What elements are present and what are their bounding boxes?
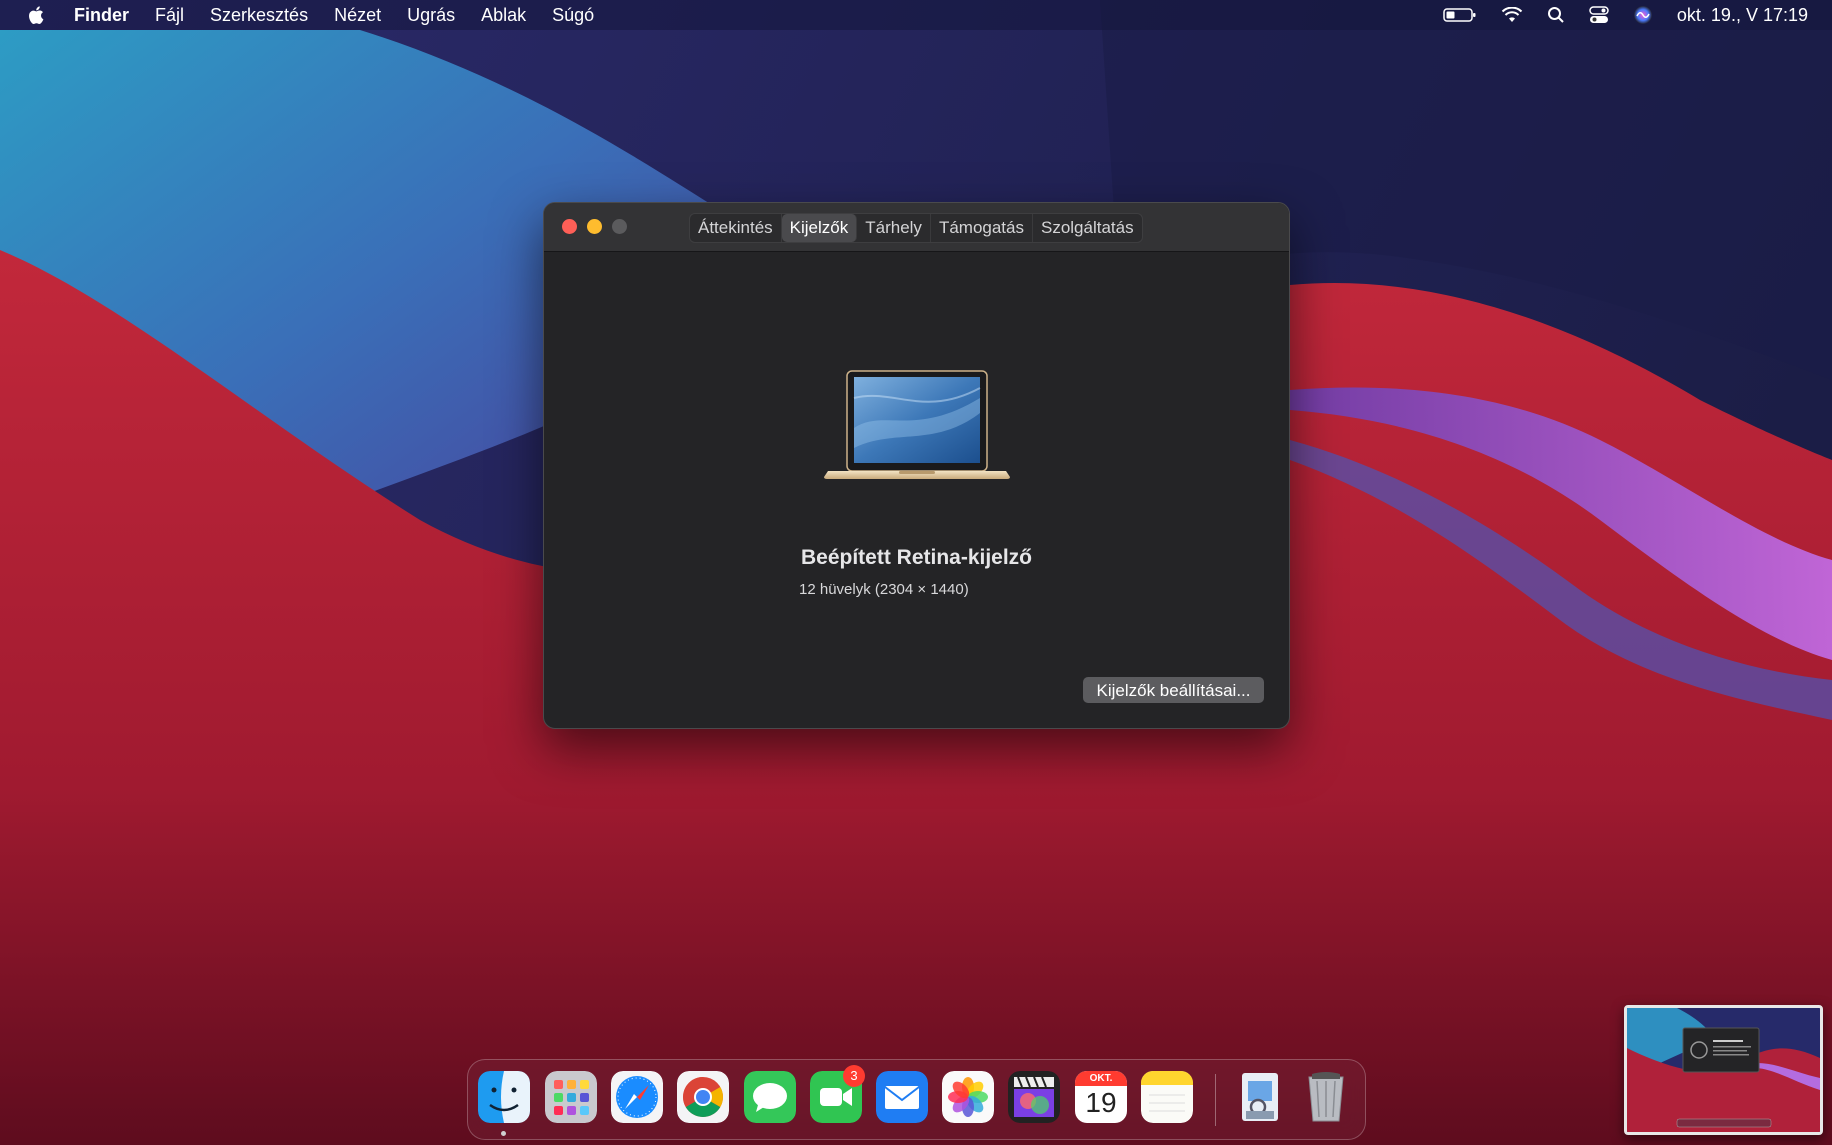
messages-app-icon[interactable] bbox=[744, 1071, 796, 1123]
wifi-icon[interactable] bbox=[1501, 7, 1523, 23]
thumbnail-preview-image bbox=[1627, 1008, 1820, 1132]
tab-service[interactable]: Szolgáltatás bbox=[1033, 214, 1142, 242]
final-cut-pro-app-icon[interactable] bbox=[1008, 1071, 1060, 1123]
tab-displays[interactable]: Kijelzők bbox=[781, 214, 858, 242]
menu-edit[interactable]: Szerkesztés bbox=[210, 5, 308, 26]
spotlight-search-icon[interactable] bbox=[1547, 6, 1565, 24]
menu-view[interactable]: Nézet bbox=[334, 5, 381, 26]
siri-icon[interactable] bbox=[1633, 5, 1653, 25]
apple-menu-icon[interactable] bbox=[26, 4, 48, 26]
tab-support[interactable]: Támogatás bbox=[931, 214, 1033, 242]
screenshot-thumbnail[interactable] bbox=[1624, 1005, 1823, 1135]
macbook-display-icon bbox=[824, 370, 1010, 479]
safari-app-icon[interactable] bbox=[611, 1071, 663, 1123]
display-spec: 12 hüvelyk (2304 × 1440) bbox=[799, 581, 969, 598]
menu-clock[interactable]: okt. 19., V 17:19 bbox=[1677, 5, 1808, 26]
notes-app-icon[interactable] bbox=[1141, 1071, 1193, 1123]
photos-app-icon[interactable] bbox=[942, 1071, 994, 1123]
tab-bar: Áttekintés Kijelzők Tárhely Támogatás Sz… bbox=[689, 213, 1143, 243]
menu-help[interactable]: Súgó bbox=[552, 5, 594, 26]
chrome-app-icon[interactable] bbox=[677, 1071, 729, 1123]
launchpad-app-icon[interactable] bbox=[545, 1071, 597, 1123]
finder-app-icon[interactable] bbox=[478, 1071, 530, 1123]
preview-app-icon[interactable] bbox=[1234, 1071, 1286, 1123]
control-center-icon[interactable] bbox=[1589, 6, 1609, 24]
battery-icon[interactable] bbox=[1443, 7, 1477, 23]
calendar-day: 19 bbox=[1085, 1087, 1117, 1118]
calendar-month: OKT. bbox=[1075, 1071, 1127, 1086]
menu-bar: Finder Fájl Szerkesztés Nézet Ugrás Abla… bbox=[0, 0, 1832, 30]
dock: OKT. 19 bbox=[467, 1059, 1366, 1140]
dock-separator bbox=[1215, 1074, 1216, 1126]
display-settings-button[interactable]: Kijelzők beállításai... bbox=[1083, 677, 1264, 703]
window-titlebar[interactable]: Áttekintés Kijelzők Tárhely Támogatás Sz… bbox=[544, 203, 1289, 252]
trash-icon[interactable] bbox=[1300, 1071, 1352, 1123]
zoom-button bbox=[612, 219, 627, 234]
tab-storage[interactable]: Tárhely bbox=[857, 214, 931, 242]
display-name: Beépített Retina-kijelző bbox=[800, 546, 1033, 569]
menu-app-name[interactable]: Finder bbox=[74, 5, 129, 26]
tab-overview[interactable]: Áttekintés bbox=[690, 214, 782, 242]
about-this-mac-window: Áttekintés Kijelzők Tárhely Támogatás Sz… bbox=[543, 202, 1290, 729]
finder-running-indicator bbox=[501, 1131, 506, 1136]
close-button[interactable] bbox=[562, 219, 577, 234]
calendar-app-icon[interactable]: OKT. 19 bbox=[1075, 1071, 1127, 1123]
menu-go[interactable]: Ugrás bbox=[407, 5, 455, 26]
mail-app-icon[interactable] bbox=[876, 1071, 928, 1123]
menu-window[interactable]: Ablak bbox=[481, 5, 526, 26]
menu-file[interactable]: Fájl bbox=[155, 5, 184, 26]
minimize-button[interactable] bbox=[587, 219, 602, 234]
facetime-badge: 3 bbox=[843, 1065, 865, 1087]
